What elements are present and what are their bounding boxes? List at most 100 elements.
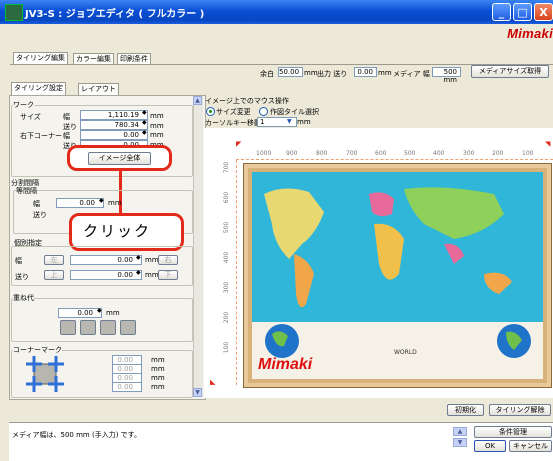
map-image[interactable]: Mimaki WORLD [243, 163, 552, 388]
ruler-v-label: 200 [223, 311, 231, 324]
split-width-spinner[interactable]: ◆ [99, 198, 104, 204]
get-media-size-button[interactable]: メディアサイズ取得 [471, 65, 549, 78]
size-label: サイズ [20, 113, 41, 121]
status-scroll-down-icon[interactable]: ▼ [453, 438, 467, 447]
scroll-down-icon[interactable]: ▼ [193, 388, 202, 397]
ruler-label: 100 [522, 150, 534, 157]
size-change-label: サイズ変更 [216, 108, 251, 116]
status-scroll-up-icon[interactable]: ▲ [453, 427, 467, 436]
tab-tiling-settings[interactable]: タイリング設定 [11, 82, 66, 95]
close-button[interactable]: X [534, 3, 553, 21]
overlap-top-button[interactable] [80, 320, 96, 335]
corner-mark-unit-3: mm [151, 374, 165, 382]
margin-input[interactable]: 50.00 [278, 67, 303, 77]
brand-logo: Mimaki [507, 26, 553, 41]
work-feed-spinner[interactable]: ◆ [142, 120, 147, 126]
right-button[interactable]: 右 [158, 255, 178, 265]
ruler-label: 200 [492, 150, 504, 157]
condition-manage-button[interactable]: 条件管理 [474, 426, 552, 438]
header-bar [0, 24, 553, 42]
split-feed-label: 送り [33, 211, 47, 219]
window-title: JV3-S : ジョブエディタ ( フルカラー ) [25, 9, 205, 20]
overlap-unit: mm [106, 309, 120, 317]
ok-button[interactable]: OK [474, 440, 506, 452]
ruler-v-label: 400 [223, 251, 231, 264]
individual-feed-label: 送り [15, 273, 29, 281]
corner-mark-unit-1: mm [151, 356, 165, 364]
ruler-v-label: 700 [223, 161, 231, 174]
size-change-radio[interactable] [206, 107, 215, 116]
tiling-release-button[interactable]: タイリング解除 [489, 404, 551, 416]
individual-width-input[interactable]: 0.00 [70, 255, 142, 265]
tile-select-label: 作図タイル選択 [270, 108, 319, 116]
cancel-button[interactable]: キャンセル [509, 440, 552, 452]
world-map-graphic: Mimaki WORLD [248, 168, 547, 383]
chevron-down-icon[interactable]: ▼ [287, 118, 292, 125]
ruler-label: 300 [463, 150, 475, 157]
cursor-move-unit: mm [297, 118, 311, 126]
mouse-op-header: イメージ上でのマウス操作 [205, 97, 289, 105]
corner-width-spinner[interactable]: ◆ [142, 130, 147, 136]
feed-label: 出力 送り [317, 70, 348, 78]
individual-feed-unit: mm [145, 271, 159, 279]
corner-width-unit: mm [150, 131, 164, 139]
split-width-input[interactable]: 0.00 [56, 198, 104, 208]
work-feed-input[interactable]: 780.34 [80, 120, 148, 130]
corner-mark-title: コーナーマーク [13, 345, 62, 355]
left-button[interactable]: 左 [44, 255, 64, 265]
overlap-input[interactable]: 0.00 [58, 308, 102, 318]
work-width-unit: mm [150, 112, 164, 120]
horizontal-ruler [236, 149, 553, 160]
overlap-spinner[interactable]: ◆ [97, 308, 102, 314]
app-icon [5, 4, 23, 21]
media-width-input[interactable]: 500 mm [432, 67, 461, 84]
individual-feed-spinner[interactable]: ◆ [136, 270, 141, 276]
ruler-label: 600 [375, 150, 387, 157]
corner-marker-bl: ◣ [210, 378, 216, 386]
split-width-label: 幅 [33, 200, 40, 208]
overlap-left-button[interactable] [60, 320, 76, 335]
corner-mark-input-4[interactable]: 0.00 [112, 382, 142, 392]
corner-width-input[interactable]: 0.00 [80, 130, 148, 140]
tab-layout[interactable]: レイアウト [78, 83, 119, 95]
app-window: JV3-S : ジョブエディタ ( フルカラー ) _ □ X Mimaki タ… [0, 0, 553, 461]
individual-width-spinner[interactable]: ◆ [136, 255, 141, 261]
scroll-up-icon[interactable]: ▲ [193, 96, 202, 105]
work-width-input[interactable]: 1,110.19 [80, 110, 148, 120]
ruler-v-label: 300 [223, 281, 231, 294]
minimize-button[interactable]: _ [492, 3, 511, 21]
overlap-bottom-button[interactable] [100, 320, 116, 335]
settings-scrollbar[interactable] [193, 96, 203, 397]
corner-marker-tr: ◥ [545, 140, 551, 148]
individual-width-unit: mm [145, 256, 159, 264]
overlap-group-title: 重ね代 [13, 293, 34, 303]
title-bar[interactable]: JV3-S : ジョブエディタ ( フルカラー ) _ □ X [0, 0, 553, 24]
margin-unit: mm [304, 69, 318, 77]
work-feed-unit: mm [150, 122, 164, 130]
ruler-label: 700 [346, 150, 358, 157]
maximize-button[interactable]: □ [513, 3, 532, 21]
margin-label: 余白 [260, 70, 274, 78]
corner-label: 右下コーナー [20, 132, 62, 140]
tile-select-radio[interactable] [259, 107, 268, 116]
initialize-button[interactable]: 初期化 [447, 404, 484, 416]
individual-feed-input[interactable]: 0.00 [70, 270, 142, 280]
feed-unit: mm [378, 69, 392, 77]
ruler-label: 1000 [256, 150, 272, 157]
corner-marker-tl: ◤ [236, 140, 242, 148]
corner-mark-unit-4: mm [151, 383, 165, 391]
overlap-right-button[interactable] [120, 320, 136, 335]
status-message: メディア幅は、500 mm (手入力) です。 [12, 431, 141, 439]
svg-text:WORLD: WORLD [394, 349, 417, 356]
top-button[interactable]: 上 [44, 270, 64, 280]
ruler-v-label: 600 [223, 191, 231, 204]
whole-image-button[interactable]: イメージ全体 [88, 152, 151, 165]
individual-width-label: 幅 [15, 257, 22, 265]
ruler-v-label: 500 [223, 221, 231, 234]
work-width-spinner[interactable]: ◆ [142, 110, 147, 116]
ruler-label: 800 [316, 150, 328, 157]
bottom-button[interactable]: 下 [158, 270, 178, 280]
ruler-label: 500 [404, 150, 416, 157]
status-area [9, 422, 553, 461]
feed-input[interactable]: 0.00 [354, 67, 377, 77]
